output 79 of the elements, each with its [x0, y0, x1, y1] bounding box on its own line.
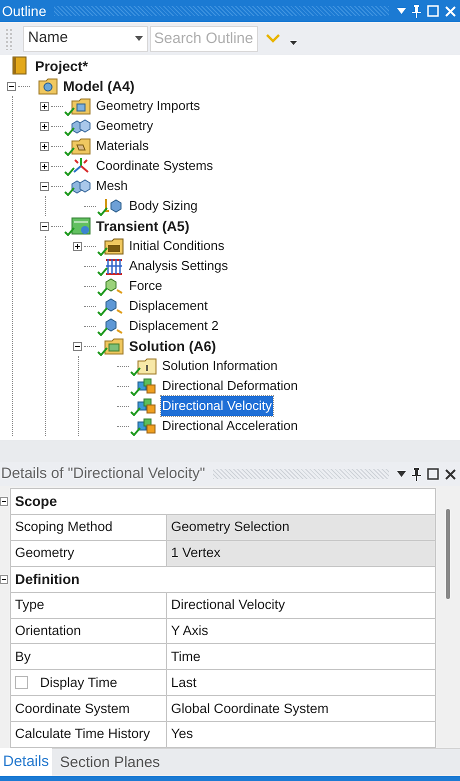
tree-item[interactable]: Materials	[95, 136, 150, 156]
maximize-icon[interactable]	[427, 468, 439, 480]
column-dropdown[interactable]: Name	[23, 26, 148, 52]
collapse-toggle[interactable]	[7, 82, 16, 90]
folder-icon	[71, 136, 91, 156]
tree-item[interactable]: Displacement	[128, 296, 209, 316]
tree-item[interactable]: Displacement 2	[128, 316, 220, 336]
folder-icon	[137, 356, 157, 376]
property-value[interactable]: Geometry Selection	[167, 514, 436, 541]
tree-item[interactable]: Directional Deformation	[161, 376, 299, 396]
collapse-toggle[interactable]	[0, 575, 8, 584]
tree-item[interactable]: Initial Conditions	[128, 236, 226, 256]
tree-item[interactable]: Project*	[34, 56, 89, 76]
expand-toggle[interactable]	[40, 162, 49, 170]
search-field[interactable]: Search Outline	[150, 26, 258, 52]
property-name: Scoping Method	[10, 514, 167, 541]
property-value[interactable]: Global Coordinate System	[167, 695, 436, 722]
folder-icon	[38, 76, 58, 96]
property-value[interactable]: Time	[167, 643, 436, 670]
collapse-toggle[interactable]	[40, 182, 49, 190]
cubes-icon	[137, 376, 157, 396]
tree-item[interactable]: Directional Acceleration	[161, 416, 299, 436]
chart-icon	[71, 216, 91, 236]
expand-toggle[interactable]	[40, 102, 49, 110]
tree-item[interactable]: Body Sizing	[128, 196, 199, 216]
cubes-icon	[137, 416, 157, 436]
group-header[interactable]: Definition	[10, 566, 436, 593]
cube-icon	[104, 296, 124, 316]
tree-item[interactable]: Transient (A5)	[95, 216, 190, 236]
panel-title: Outline	[2, 2, 46, 20]
property-name: Display Time	[40, 674, 118, 692]
caret-icon	[135, 36, 143, 41]
property-value[interactable]: Last	[167, 669, 436, 696]
dropdown-icon[interactable]	[397, 471, 406, 477]
property-value[interactable]: Y Axis	[167, 618, 436, 644]
tree-item[interactable]: Mesh	[95, 176, 129, 196]
tree-item[interactable]: Analysis Settings	[128, 256, 229, 276]
cubes-icon	[137, 396, 157, 416]
pin-icon[interactable]	[412, 468, 421, 480]
tree-item[interactable]: Directional Velocity	[161, 396, 273, 416]
property-name: Type	[10, 592, 167, 619]
grid-icon	[104, 256, 124, 276]
close-icon[interactable]	[445, 468, 456, 480]
property-value[interactable]: Yes	[167, 721, 436, 748]
title-bar-grip[interactable]	[54, 6, 389, 16]
cube-icon	[104, 276, 124, 296]
collapse-toggle[interactable]	[40, 222, 49, 230]
expand-toggle[interactable]	[40, 142, 49, 150]
property-name: Orientation	[10, 618, 167, 644]
expand-toggle[interactable]	[73, 242, 82, 250]
checkbox[interactable]	[15, 676, 28, 690]
property-value[interactable]: Directional Velocity	[167, 592, 436, 619]
property-name: Geometry	[10, 540, 167, 567]
tree-item[interactable]: Solution (A6)	[128, 336, 218, 356]
property-name: Calculate Time History	[10, 721, 167, 748]
folder-icon	[104, 236, 124, 256]
folder-icon	[71, 96, 91, 116]
property-name: By	[10, 643, 167, 670]
scrollbar-thumb[interactable]	[446, 509, 450, 599]
tree-item[interactable]: Coordinate Systems	[95, 156, 214, 176]
tab[interactable]: Details	[0, 748, 52, 776]
expand-toggle[interactable]	[40, 122, 49, 130]
dropdown-icon[interactable]	[290, 40, 297, 44]
column-label: Name	[28, 28, 70, 48]
group-header[interactable]: Scope	[10, 488, 436, 515]
tree-item[interactable]: Geometry	[95, 116, 154, 136]
collapse-toggle[interactable]	[73, 342, 82, 350]
tree-item[interactable]: Model (A4)	[62, 76, 136, 96]
panel-title: Details of "Directional Velocity"	[1, 464, 206, 484]
property-name: Coordinate System	[10, 695, 167, 722]
property-value[interactable]: 1 Vertex	[167, 540, 436, 567]
tree-item[interactable]: Geometry Imports	[95, 96, 202, 116]
collapse-toggle[interactable]	[0, 497, 8, 506]
folder-icon	[104, 336, 124, 356]
cube-icon	[104, 316, 124, 336]
tree-item[interactable]: Solution Information	[161, 356, 279, 376]
tree-item[interactable]: Force	[128, 276, 164, 296]
tab[interactable]: Section Planes	[52, 749, 168, 777]
title-bar-grip[interactable]	[213, 469, 389, 479]
